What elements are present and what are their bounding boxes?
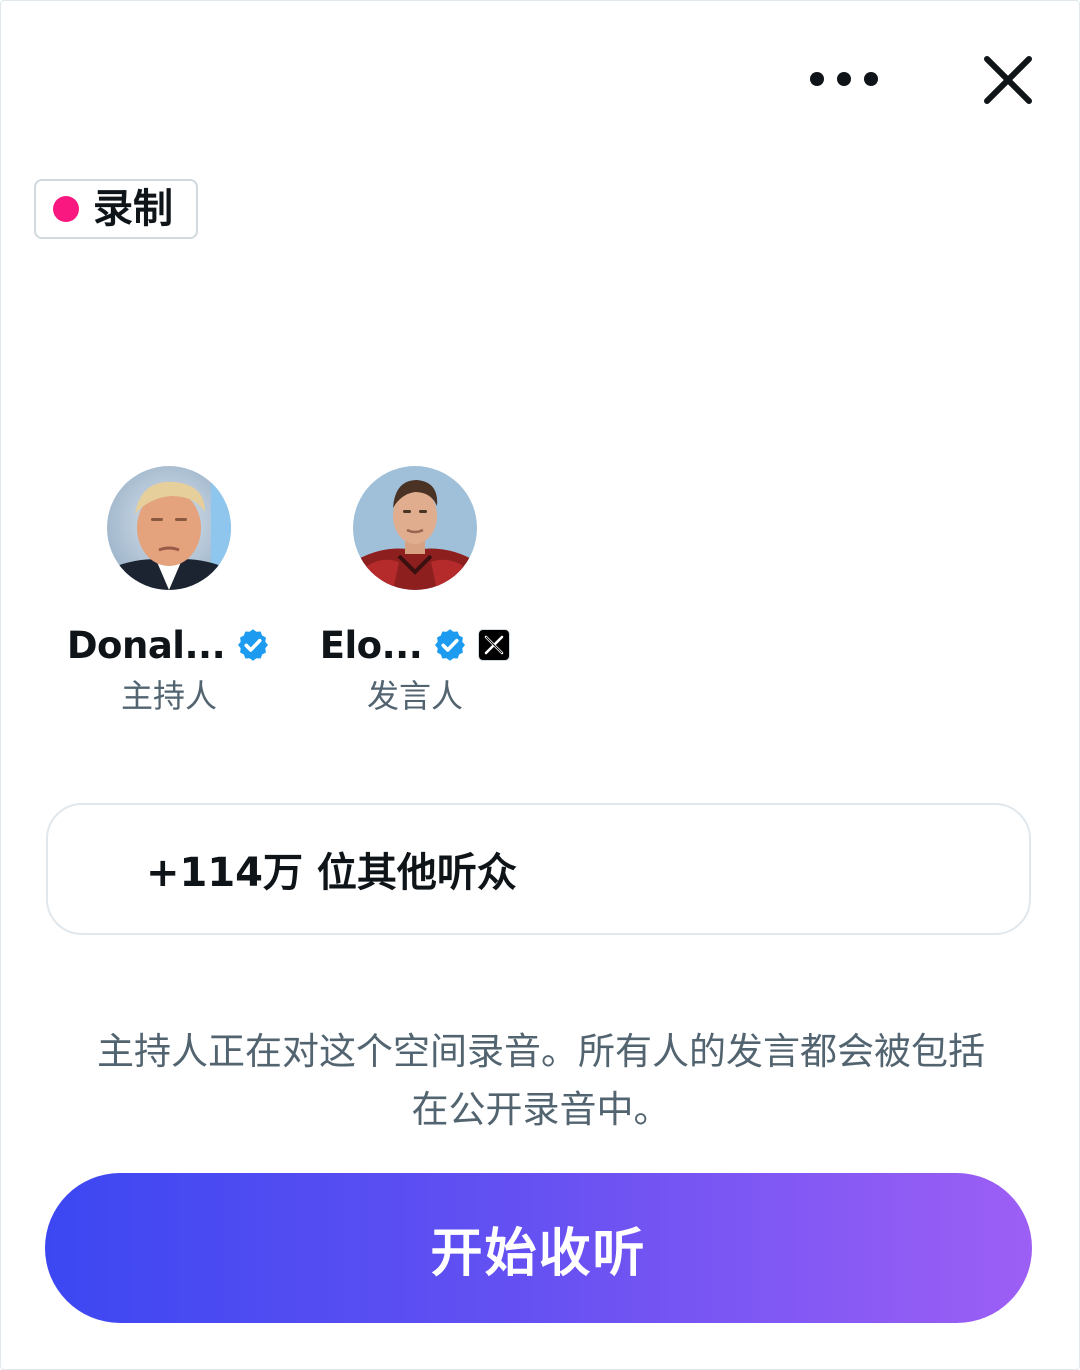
- listeners-count-pill[interactable]: +114万 位其他听众: [46, 803, 1031, 935]
- name-row: Donal...: [67, 623, 271, 667]
- listeners-count: +114万 位其他听众: [146, 850, 517, 896]
- recording-label: 录制: [93, 186, 173, 232]
- participant-name: Elo...: [319, 623, 423, 667]
- more-horizontal-icon: [810, 72, 824, 86]
- x-logo-icon: [478, 629, 511, 661]
- recording-dot-icon: [53, 196, 79, 222]
- recording-notice-line-2: 在公开录音中。: [411, 1088, 671, 1131]
- participant-name: Donal...: [66, 623, 226, 667]
- participant-role: 主持人: [120, 677, 217, 715]
- verified-badge-icon: [238, 629, 269, 661]
- more-horizontal-icon-dot: [864, 72, 878, 86]
- name-row: Elo...: [320, 623, 511, 667]
- participant-speaker[interactable]: Elo... 发言人: [290, 466, 540, 717]
- close-icon: [984, 56, 1032, 104]
- avatar-photo: [353, 466, 477, 590]
- avatar[interactable]: [353, 466, 477, 590]
- start-listening-label: 开始收听: [430, 1223, 647, 1284]
- recording-notice-line-1: 主持人正在对这个空间录音。所有人的发言都会被包括: [97, 1030, 985, 1073]
- recording-notice: 主持人正在对这个空间录音。所有人的发言都会被包括 在公开录音中。: [41, 1023, 1041, 1139]
- space-recording-sheet: 录制 Donal... 主持人 Elo... 发言人 +114万 位其他听众 主…: [0, 0, 1080, 1370]
- participant-role: 发言人: [366, 677, 463, 715]
- close-button[interactable]: [973, 47, 1041, 115]
- more-options-button[interactable]: [801, 53, 887, 105]
- start-listening-button[interactable]: 开始收听: [45, 1173, 1032, 1323]
- recording-badge: 录制: [34, 179, 198, 239]
- avatar[interactable]: [107, 466, 231, 590]
- participant-host[interactable]: Donal... 主持人: [44, 466, 294, 717]
- more-horizontal-icon-dot: [837, 72, 851, 86]
- verified-badge-icon: [435, 629, 466, 661]
- avatar-photo: [107, 466, 231, 590]
